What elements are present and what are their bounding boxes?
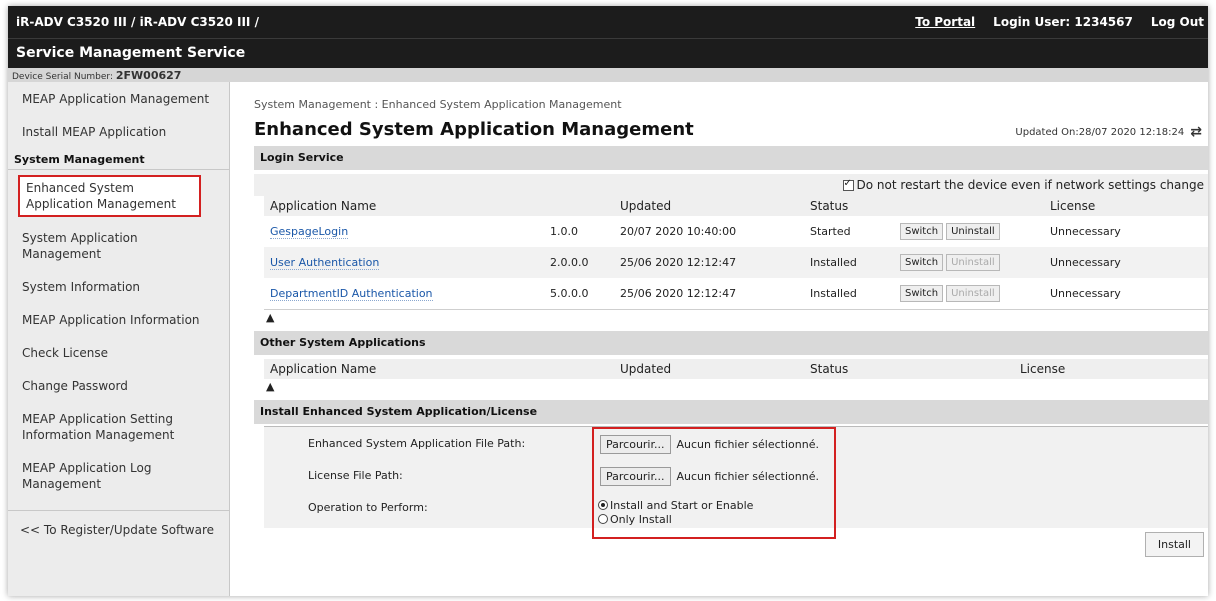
app-status: Installed (810, 256, 857, 269)
radio-only-install[interactable]: Only Install (598, 513, 672, 526)
main-content: System Management : Enhanced System Appl… (254, 82, 1208, 596)
browse-app-file-button[interactable]: Parcourir... (600, 434, 671, 454)
table-row: GespageLogin 1.0.0 20/07 2020 10:40:00 S… (264, 216, 1208, 247)
app-file-input: Parcourir... Aucun fichier sélectionné. (600, 434, 819, 454)
app-version: 5.0.0.0 (550, 286, 589, 300)
col-license: License (1014, 358, 1208, 379)
col-license: License (1044, 196, 1208, 216)
scroll-top-icon[interactable]: ▲ (254, 310, 1208, 325)
updated-timestamp: Updated On:28/07 2020 12:18:24 (1015, 126, 1185, 138)
app-updated: 25/06 2020 12:12:47 (620, 256, 737, 269)
no-restart-checkbox[interactable] (842, 178, 854, 191)
switch-button[interactable]: Switch (900, 254, 944, 271)
app-version: 2.0.0.0 (550, 256, 589, 269)
user-controls: To Portal Login User: 1234567 Log Out (915, 15, 1204, 29)
app-updated: 20/07 2020 10:40:00 (620, 225, 737, 238)
app-status: Installed (810, 286, 857, 300)
sidebar-item-system-app-management[interactable]: System Application Management (8, 221, 229, 270)
table-row: User Authentication 2.0.0.0 25/06 2020 1… (264, 247, 1208, 278)
radio-install-start-label: Install and Start or Enable (610, 498, 754, 512)
sidebar-item-system-information[interactable]: System Information (8, 270, 229, 303)
app-status: Started (810, 225, 851, 238)
license-file-input: Parcourir... Aucun fichier sélectionné. (600, 466, 819, 486)
top-bar: iR-ADV C3520 III / iR-ADV C3520 III / To… (8, 6, 1208, 38)
col-application-name: Application Name (264, 196, 544, 216)
browse-license-file-button[interactable]: Parcourir... (600, 466, 671, 486)
sidebar-item-meap-log[interactable]: MEAP Application Log Management (8, 451, 229, 500)
sidebar-item-check-license[interactable]: Check License (8, 336, 229, 369)
device-breadcrumb: iR-ADV C3520 III / iR-ADV C3520 III / (16, 15, 259, 29)
col-updated: Updated (614, 358, 804, 379)
uninstall-button: Uninstall (946, 284, 1000, 302)
app-license: Unnecessary (1050, 225, 1121, 238)
login-service-header: Login Service (254, 146, 1208, 170)
to-portal-link[interactable]: To Portal (915, 15, 975, 29)
license-file-status: Aucun fichier sélectionné. (676, 469, 819, 483)
login-user-text: Login User: 1234567 (993, 15, 1133, 29)
page-breadcrumb: System Management : Enhanced System Appl… (254, 98, 622, 111)
col-status: Status (804, 358, 954, 379)
browser-window: iR-ADV C3520 III / iR-ADV C3520 III / To… (8, 6, 1208, 596)
install-button[interactable]: Install (1144, 532, 1204, 557)
sidebar-item-meap-management[interactable]: MEAP Application Management (8, 82, 229, 115)
radio-install-start[interactable]: Install and Start or Enable (598, 499, 753, 512)
sidebar-section-system-management: System Management (8, 150, 229, 170)
app-updated: 25/06 2020 12:12:47 (620, 286, 737, 300)
operation-label: Operation to Perform: (308, 500, 428, 514)
uninstall-button: Uninstall (946, 254, 1000, 271)
register-update-link[interactable]: << To Register/Update Software (8, 517, 229, 543)
app-version: 1.0.0 (550, 225, 578, 238)
app-link-departmentid-authentication[interactable]: DepartmentID Authentication (270, 286, 433, 301)
col-updated: Updated (614, 196, 804, 216)
app-license: Unnecessary (1050, 286, 1121, 300)
updated-info: Updated On:28/07 2020 12:18:24 ⇄ (1015, 124, 1202, 140)
sidebar-item-meap-information[interactable]: MEAP Application Information (8, 303, 229, 336)
serial-value: 2FW00627 (115, 69, 182, 82)
sidebar: MEAP Application Management Install MEAP… (8, 82, 230, 596)
radio-selected-icon[interactable] (598, 500, 608, 510)
table-row: DepartmentID Authentication 5.0.0.0 25/0… (264, 278, 1208, 309)
install-section-header: Install Enhanced System Application/Lice… (254, 399, 1208, 424)
app-file-path-label: Enhanced System Application File Path: (308, 436, 526, 450)
app-link-gespagelogin[interactable]: GespageLogin (270, 225, 349, 239)
sidebar-divider (8, 510, 229, 511)
switch-button[interactable]: Switch (900, 223, 944, 240)
page-title: Enhanced System Application Management (254, 119, 694, 140)
radio-only-install-label: Only Install (610, 512, 672, 526)
sidebar-item-meap-setting[interactable]: MEAP Application Setting Information Man… (8, 402, 229, 451)
license-file-path-label: License File Path: (308, 468, 403, 482)
sidebar-item-enhanced-system-app[interactable]: Enhanced System Application Management (18, 175, 201, 217)
serial-bar: Device Serial Number: 2FW00627 (8, 68, 1208, 82)
switch-button[interactable]: Switch (900, 284, 944, 302)
service-title: Service Management Service (8, 38, 1208, 68)
restart-option: Do not restart the device even if networ… (254, 174, 1208, 196)
col-status: Status (804, 196, 894, 216)
radio-unselected-icon[interactable] (598, 514, 608, 524)
logout-link[interactable]: Log Out (1151, 15, 1204, 29)
login-service-table: Application Name Updated Status License … (264, 196, 1208, 310)
sidebar-item-install-meap[interactable]: Install MEAP Application (8, 115, 229, 148)
no-restart-label: Do not restart the device even if networ… (856, 178, 1204, 192)
install-form: Enhanced System Application File Path: L… (264, 425, 1208, 539)
col-application-name: Application Name (264, 358, 614, 379)
scroll-top-icon[interactable]: ▲ (254, 379, 1208, 394)
other-apps-table: Application Name Updated Status License (264, 358, 1208, 379)
app-link-user-authentication[interactable]: User Authentication (270, 256, 380, 270)
other-system-apps-header: Other System Applications (254, 330, 1208, 355)
uninstall-button[interactable]: Uninstall (946, 223, 1000, 240)
highlight-box: Parcourir... Aucun fichier sélectionné. … (592, 426, 836, 539)
sidebar-item-change-password[interactable]: Change Password (8, 369, 229, 402)
refresh-icon[interactable]: ⇄ (1190, 124, 1202, 140)
app-license: Unnecessary (1050, 256, 1121, 269)
serial-label: Device Serial Number: (12, 72, 113, 82)
app-file-status: Aucun fichier sélectionné. (676, 437, 819, 451)
